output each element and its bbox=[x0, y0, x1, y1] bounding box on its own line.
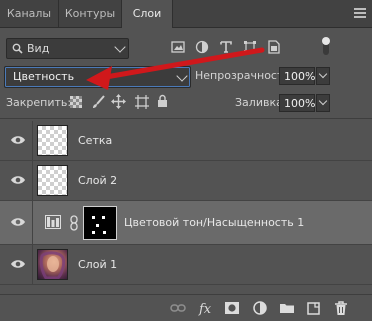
hue-saturation-adjustment-icon bbox=[45, 215, 61, 229]
search-icon bbox=[12, 43, 23, 54]
panel-menu-icon[interactable] bbox=[354, 8, 366, 18]
layer-thumbnail[interactable] bbox=[37, 249, 68, 280]
fill-input[interactable]: 100% bbox=[279, 94, 315, 112]
new-layer-icon[interactable] bbox=[306, 300, 322, 316]
blend-mode-label: Цветность bbox=[13, 70, 75, 83]
portrait-thumbnail-image bbox=[39, 251, 66, 280]
lock-label: Закрепить: bbox=[6, 96, 72, 109]
tab-paths[interactable]: Контуры bbox=[59, 0, 122, 27]
mask-thumbnail-image bbox=[92, 216, 106, 234]
smart-object-filter-icon[interactable] bbox=[266, 39, 282, 55]
add-mask-icon[interactable] bbox=[224, 300, 240, 316]
layer-name[interactable]: Слой 2 bbox=[78, 161, 117, 201]
layers-panel: Каналы Контуры Слои Вид Цветность Непроз… bbox=[0, 0, 372, 321]
tab-bar: Каналы Контуры Слои bbox=[0, 0, 372, 28]
layer-filter-row: Вид bbox=[0, 32, 372, 59]
lock-position-icon[interactable] bbox=[111, 94, 126, 109]
tab-layers[interactable]: Слои bbox=[122, 0, 173, 28]
folder-icon[interactable] bbox=[279, 300, 295, 316]
eye-icon[interactable] bbox=[10, 217, 26, 227]
divider bbox=[32, 201, 33, 244]
layers-bottom-toolbar: fx bbox=[0, 294, 372, 321]
divider bbox=[0, 118, 372, 119]
link-layers-icon[interactable] bbox=[170, 300, 186, 316]
divider bbox=[32, 245, 33, 284]
shape-layer-filter-icon[interactable] bbox=[242, 39, 258, 55]
tab-channels[interactable]: Каналы bbox=[0, 0, 59, 27]
lock-artboard-icon[interactable] bbox=[135, 95, 149, 109]
layer-thumbnail[interactable] bbox=[37, 165, 68, 196]
chevron-down-icon bbox=[114, 41, 126, 53]
filter-kind-dropdown[interactable]: Вид bbox=[6, 38, 129, 59]
layers-list: Сетка Слой 2 Цветовой тон/Насыщенность 1… bbox=[0, 121, 372, 286]
trash-icon[interactable] bbox=[333, 300, 349, 316]
layer-thumbnail[interactable] bbox=[37, 125, 68, 156]
chevron-down-icon bbox=[318, 69, 328, 79]
lock-row: Закрепить: Заливка: 100% bbox=[0, 92, 372, 114]
layer-name[interactable]: Слой 1 bbox=[78, 245, 117, 285]
eye-icon[interactable] bbox=[10, 259, 26, 269]
eye-icon[interactable] bbox=[10, 135, 26, 145]
layer-name[interactable]: Цветовой тон/Насыщенность 1 bbox=[124, 201, 304, 245]
filter-kind-label: Вид bbox=[27, 42, 50, 55]
lock-transparent-pixels-icon[interactable] bbox=[70, 96, 82, 108]
layer-name[interactable]: Сетка bbox=[78, 121, 112, 161]
type-layer-filter-icon[interactable] bbox=[218, 39, 234, 55]
adjustment-layer-icon[interactable] bbox=[252, 300, 268, 316]
layer-row-layer2[interactable]: Слой 2 bbox=[0, 161, 372, 201]
link-icon[interactable] bbox=[70, 215, 78, 231]
lock-image-pixels-icon[interactable] bbox=[92, 95, 105, 109]
chevron-down-icon bbox=[176, 70, 188, 82]
filter-toggle-switch[interactable] bbox=[320, 36, 332, 56]
layer-row-layer1[interactable]: Слой 1 bbox=[0, 245, 372, 285]
layer-mask-thumbnail[interactable] bbox=[83, 206, 117, 240]
blend-row: Цветность Непрозрачность: 100% bbox=[0, 64, 372, 88]
layer-row-hue-saturation[interactable]: Цветовой тон/Насыщенность 1 bbox=[0, 201, 372, 245]
opacity-slider-button[interactable] bbox=[316, 67, 330, 85]
divider bbox=[32, 121, 33, 160]
chevron-down-icon bbox=[318, 96, 328, 106]
svg-text:fx: fx bbox=[198, 302, 212, 316]
fx-icon[interactable]: fx bbox=[198, 300, 216, 316]
blend-mode-dropdown[interactable]: Цветность bbox=[4, 66, 191, 88]
lock-all-icon[interactable] bbox=[157, 94, 168, 108]
eye-icon[interactable] bbox=[10, 175, 26, 185]
adjustment-layer-filter-icon[interactable] bbox=[194, 39, 210, 55]
opacity-input[interactable]: 100% bbox=[279, 67, 315, 85]
pixel-layer-filter-icon[interactable] bbox=[170, 39, 186, 55]
layer-row-grid[interactable]: Сетка bbox=[0, 121, 372, 161]
divider bbox=[32, 161, 33, 200]
fill-slider-button[interactable] bbox=[316, 94, 330, 112]
